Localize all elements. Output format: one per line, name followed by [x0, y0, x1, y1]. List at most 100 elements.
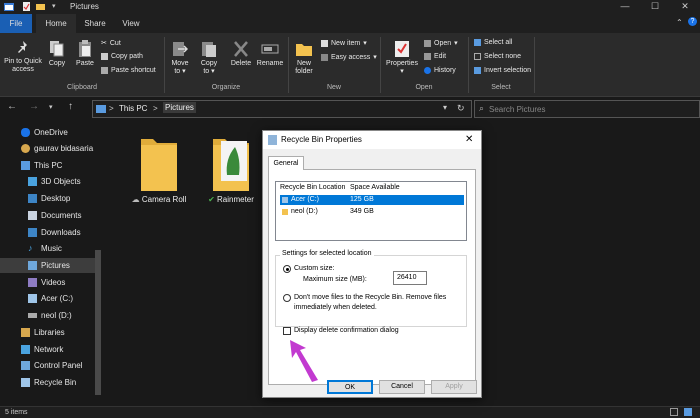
rename-button[interactable]: Rename	[256, 40, 284, 68]
invert-selection-button[interactable]: Invert selection	[474, 67, 531, 74]
nav-item-onedrive[interactable]: OneDrive	[0, 125, 96, 140]
paste-button[interactable]: Paste	[73, 40, 97, 68]
select-group-label: Select	[491, 84, 511, 91]
easy-access-icon	[321, 53, 328, 61]
nav-item-music[interactable]: ♪ Music	[0, 241, 96, 256]
tab-file[interactable]: File	[0, 14, 32, 33]
navigation-pane: OneDrive gaurav bidasaria This PC 3D Obj…	[0, 121, 104, 406]
properties-quick-icon[interactable]	[22, 2, 31, 11]
nav-item-recycle-bin[interactable]: Recycle Bin	[0, 375, 96, 390]
folder-item[interactable]: ✔ Rainmeter	[200, 135, 262, 204]
title-bar: ▾ Pictures — ☐ ✕	[0, 0, 700, 14]
easy-access-button[interactable]: Easy access ▾	[321, 53, 377, 61]
dont-move-label-line1: Don't move files to the Recycle Bin. Rem…	[294, 294, 447, 301]
nav-item-user[interactable]: gaurav bidasaria	[0, 141, 96, 156]
cancel-button[interactable]: Cancel	[379, 380, 425, 394]
minimize-icon[interactable]: —	[610, 0, 640, 14]
open-button[interactable]: Open ▾	[424, 39, 458, 47]
list-item[interactable]: neol (D:) 349 GB	[280, 207, 464, 217]
select-all-button[interactable]: Select all	[474, 39, 512, 46]
address-dropdown-icon[interactable]: ▾	[443, 103, 447, 112]
delete-button[interactable]: Delete	[228, 40, 254, 68]
nav-item-acer-drive[interactable]: Acer (C:)	[0, 291, 96, 306]
customize-chevron-icon[interactable]: ▾	[52, 2, 61, 11]
cut-button[interactable]: ✂ Cut	[101, 39, 121, 48]
maximize-icon[interactable]: ☐	[640, 0, 670, 14]
forward-arrow-icon[interactable]: →	[29, 101, 39, 112]
move-to-button[interactable]: Move to ▾	[168, 40, 192, 76]
nav-item-network[interactable]: Network	[0, 342, 96, 357]
tab-view[interactable]: View	[114, 14, 148, 33]
display-confirm-label: Display delete confirmation dialog	[294, 327, 399, 334]
refresh-icon[interactable]: ↻	[457, 103, 465, 114]
custom-size-radio[interactable]	[283, 265, 291, 273]
help-icon[interactable]: ?	[688, 17, 697, 26]
nav-item-videos[interactable]: Videos	[0, 275, 96, 290]
copy-path-button[interactable]: Copy path	[101, 53, 143, 60]
select-none-button[interactable]: Select none	[474, 53, 521, 60]
list-item[interactable]: Acer (C:) 125 GB	[280, 195, 464, 205]
display-confirm-checkbox[interactable]	[283, 327, 291, 335]
breadcrumb-pictures[interactable]: Pictures	[163, 102, 196, 113]
history-button[interactable]: History	[424, 67, 456, 74]
max-size-input[interactable]: 26410	[393, 271, 427, 285]
back-arrow-icon[interactable]: ←	[7, 101, 17, 112]
status-bar: 5 items	[0, 406, 700, 418]
column-header-location[interactable]: Recycle Bin Location	[280, 184, 345, 191]
pin-quick-access-button[interactable]: Pin to Quick access	[2, 40, 44, 74]
open-icon	[424, 39, 431, 47]
tab-share[interactable]: Share	[78, 14, 112, 33]
nav-item-documents[interactable]: Documents	[0, 208, 96, 223]
rainmeter-folder-icon	[213, 139, 249, 191]
nav-scrollbar[interactable]	[95, 250, 101, 395]
nav-item-this-pc[interactable]: This PC	[0, 158, 96, 173]
new-item-icon	[321, 39, 328, 47]
copy-icon	[50, 41, 64, 57]
libraries-icon	[21, 328, 30, 337]
tab-home[interactable]: Home	[36, 14, 76, 33]
folder-item[interactable]: ☁ Camera Roll	[128, 135, 190, 204]
windows-drive-icon	[282, 197, 288, 203]
nav-item-libraries[interactable]: Libraries	[0, 325, 96, 340]
up-arrow-icon[interactable]: ↑	[68, 101, 73, 112]
properties-button[interactable]: Properties ▾	[384, 40, 420, 76]
new-item-button[interactable]: New item ▾	[321, 39, 367, 47]
nav-item-downloads[interactable]: Downloads	[0, 225, 96, 240]
dialog-close-icon[interactable]: ✕	[465, 131, 473, 149]
edit-button[interactable]: Edit	[424, 53, 446, 60]
nav-item-desktop[interactable]: Desktop	[0, 191, 96, 206]
copy-to-button[interactable]: Copy to ▾	[196, 40, 222, 76]
dont-move-radio[interactable]	[283, 294, 291, 302]
recent-locations-chevron-icon[interactable]: ▾	[49, 103, 53, 111]
breadcrumb-this-pc[interactable]: This PC	[119, 104, 147, 113]
rename-icon	[261, 44, 279, 54]
nav-item-3d-objects[interactable]: 3D Objects	[0, 174, 96, 189]
details-view-icon[interactable]	[670, 408, 678, 416]
new-folder-quick-icon[interactable]	[36, 2, 45, 11]
explorer-icon[interactable]	[4, 2, 14, 11]
copy-button[interactable]: Copy	[46, 40, 68, 68]
address-box[interactable]: > This PC > Pictures ▾ ↻	[92, 100, 472, 118]
tab-general[interactable]: General	[268, 156, 304, 170]
nav-item-control-panel[interactable]: Control Panel	[0, 358, 96, 373]
large-icons-view-icon[interactable]	[684, 408, 692, 416]
nav-item-neol-drive[interactable]: neol (D:)	[0, 308, 96, 323]
invert-selection-icon	[474, 67, 481, 74]
close-icon[interactable]: ✕	[670, 0, 700, 14]
apply-button[interactable]: Apply	[431, 380, 477, 394]
nav-item-pictures[interactable]: Pictures	[0, 258, 96, 273]
new-folder-button[interactable]: New folder	[291, 40, 317, 76]
network-icon	[21, 345, 30, 354]
history-icon	[424, 67, 431, 74]
recycle-bin-icon	[268, 135, 277, 145]
clipboard-group-label: Clipboard	[67, 84, 97, 91]
download-arrow-icon	[28, 228, 37, 237]
expand-ribbon-icon[interactable]: ⌃	[676, 18, 683, 27]
computer-icon	[21, 161, 30, 170]
paste-shortcut-button[interactable]: Paste shortcut	[101, 67, 156, 74]
recycle-bin-icon	[21, 378, 30, 387]
ok-button[interactable]: OK	[327, 380, 373, 394]
search-input[interactable]: ⌕ Search Pictures	[474, 100, 700, 118]
column-header-space[interactable]: Space Available	[350, 184, 400, 191]
location-list[interactable]: Recycle Bin Location Space Available Ace…	[275, 181, 467, 241]
